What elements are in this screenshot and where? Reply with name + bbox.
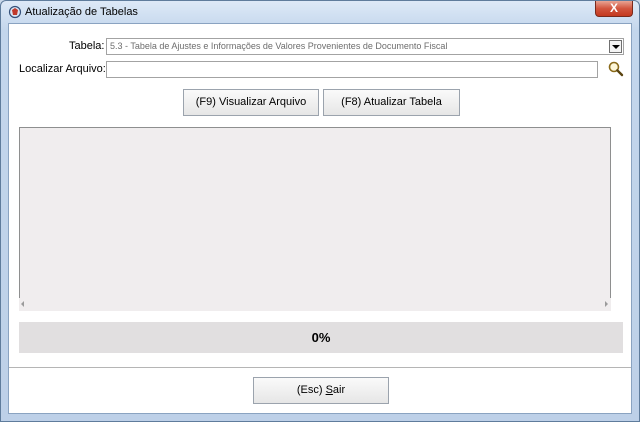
separator bbox=[9, 367, 631, 368]
arquivo-label: Localizar Arquivo: bbox=[19, 63, 106, 75]
close-button[interactable]: X bbox=[595, 1, 633, 17]
atualizar-tabela-button[interactable]: (F8) Atualizar Tabela bbox=[323, 89, 460, 116]
window-title: Atualização de Tabelas bbox=[25, 6, 138, 18]
sair-prefix: (Esc) bbox=[296, 384, 326, 396]
chevron-down-icon[interactable] bbox=[609, 40, 622, 53]
progress-label: 0% bbox=[311, 330, 331, 345]
progress-bar: 0% bbox=[19, 322, 623, 353]
dialog-body: Tabela: 5.3 - Tabela de Ajustes e Inform… bbox=[8, 23, 632, 414]
sair-rest: air bbox=[332, 384, 346, 396]
visualizar-arquivo-button[interactable]: (F9) Visualizar Arquivo bbox=[183, 89, 319, 116]
scroll-right-icon[interactable] bbox=[605, 301, 608, 307]
file-preview-list[interactable] bbox=[19, 127, 611, 310]
tabela-select[interactable]: 5.3 - Tabela de Ajustes e Informações de… bbox=[106, 38, 624, 55]
horizontal-scrollbar[interactable] bbox=[19, 298, 611, 311]
app-icon bbox=[8, 5, 22, 19]
arquivo-input[interactable] bbox=[106, 61, 598, 78]
title-bar[interactable]: Atualização de Tabelas X bbox=[1, 1, 639, 23]
sair-button[interactable]: (Esc) Sair bbox=[253, 377, 389, 404]
tabela-selected-value: 5.3 - Tabela de Ajustes e Informações de… bbox=[110, 41, 448, 51]
search-icon[interactable] bbox=[607, 60, 625, 78]
scroll-left-icon[interactable] bbox=[21, 301, 24, 307]
tabela-label: Tabela: bbox=[69, 40, 105, 52]
main-window: Atualização de Tabelas X Tabela: 5.3 - T… bbox=[0, 0, 640, 422]
sair-mnemonic: S bbox=[325, 384, 333, 396]
